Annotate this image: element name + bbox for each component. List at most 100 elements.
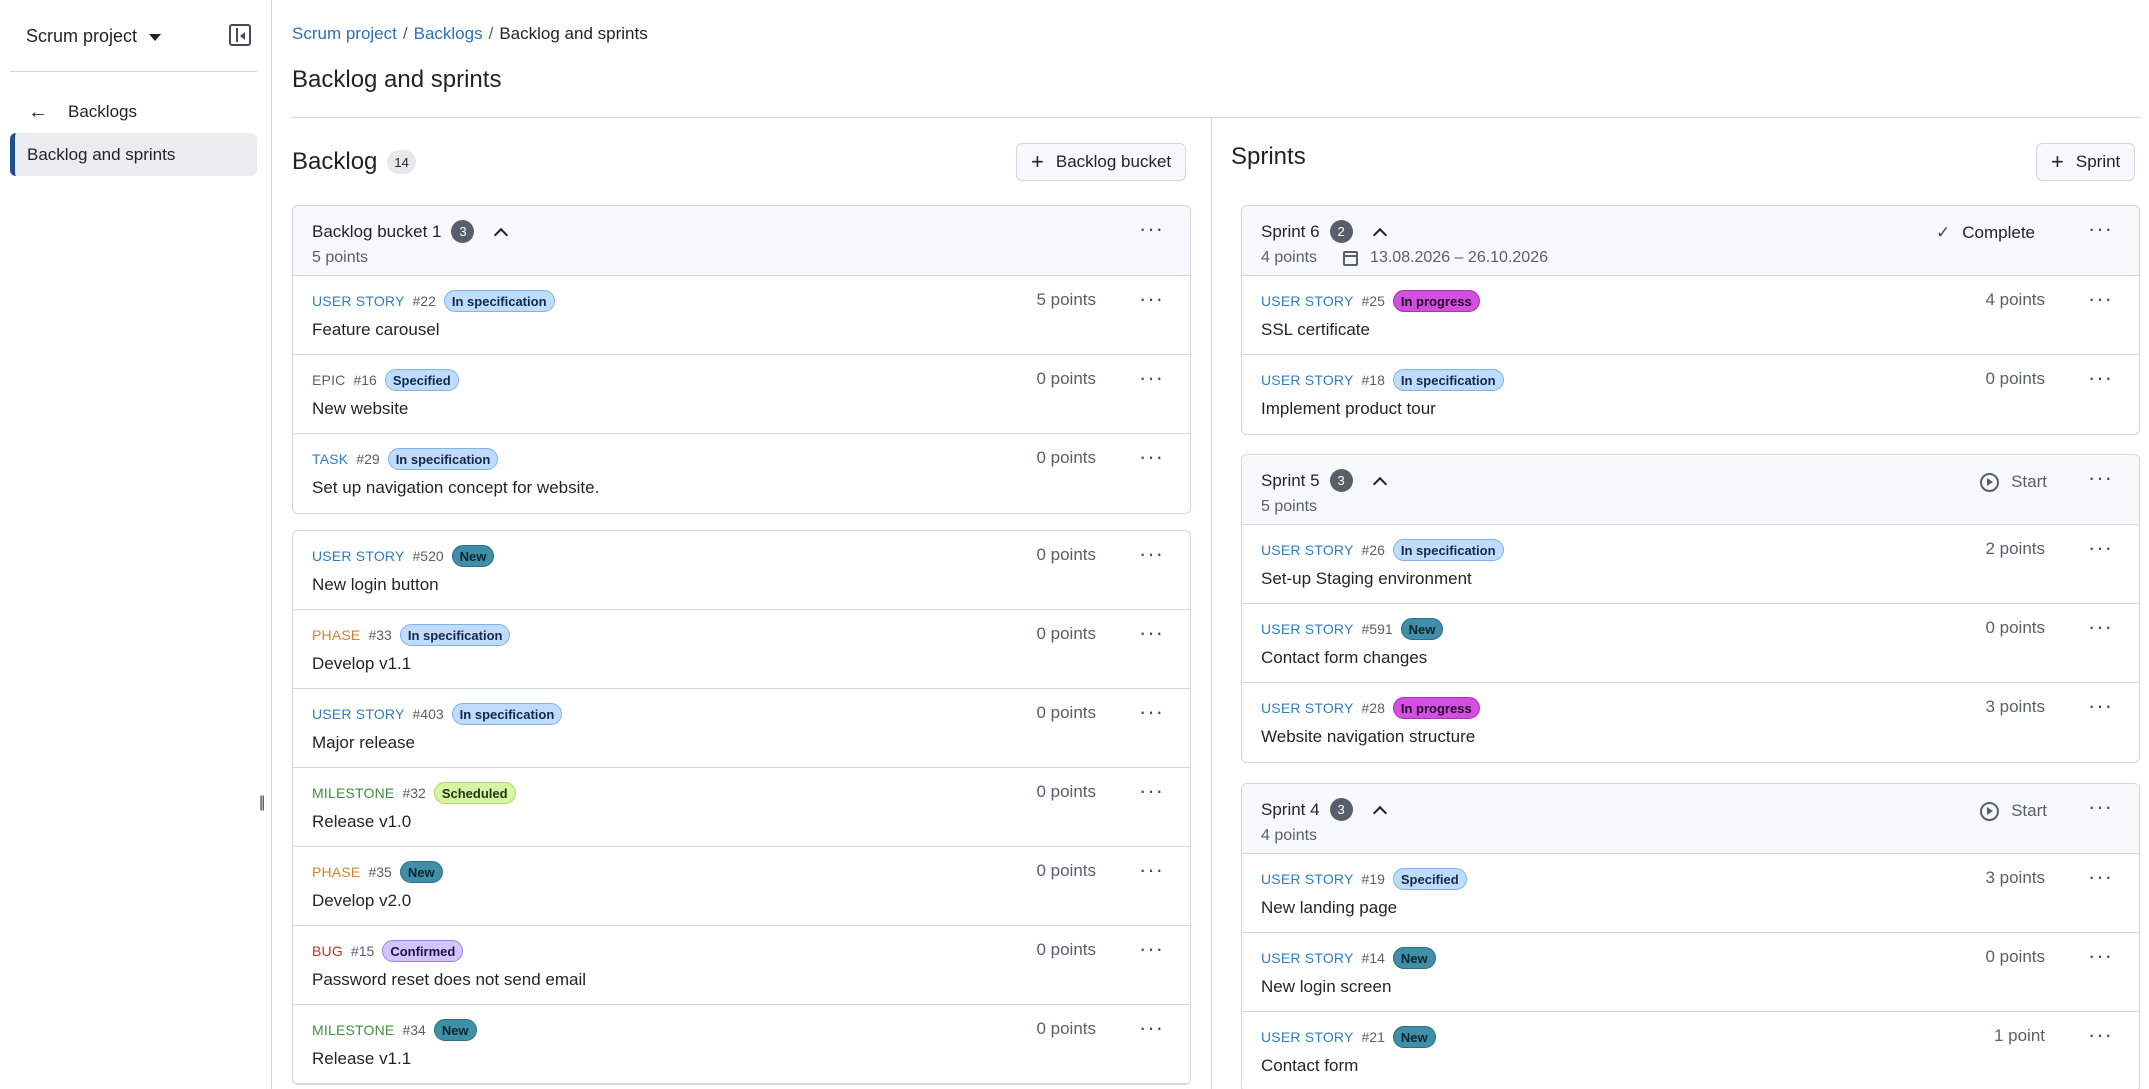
- work-item-title[interactable]: New landing page: [1261, 898, 1397, 918]
- work-item-title[interactable]: New login button: [312, 575, 439, 595]
- status-badge[interactable]: In progress: [1392, 697, 1480, 719]
- work-item-title[interactable]: Feature carousel: [312, 320, 440, 340]
- status-badge[interactable]: New: [1392, 1026, 1436, 1048]
- work-item-row[interactable]: PHASE #33 In specification Develop v1.1 0 po…: [293, 610, 1190, 689]
- work-item-row[interactable]: TASK #29 In specification Set up navigation…: [293, 434, 1190, 513]
- work-item-id[interactable]: #33: [368, 627, 391, 643]
- more-options-icon[interactable]: ···: [1139, 859, 1164, 881]
- work-item-row[interactable]: USER STORY #28 In progress Website navigati…: [1242, 683, 2139, 762]
- work-item-id[interactable]: #26: [1362, 542, 1385, 558]
- status-badge[interactable]: New: [451, 545, 495, 567]
- work-item-row[interactable]: MILESTONE #34 New Release v1.1 0 points ···: [293, 1005, 1190, 1084]
- work-item-row[interactable]: USER STORY #18 In specification Implement p…: [1242, 355, 2139, 434]
- work-item-id[interactable]: #29: [356, 451, 379, 467]
- project-selector[interactable]: Scrum project: [26, 24, 251, 48]
- work-item-id[interactable]: #22: [413, 293, 436, 309]
- chevron-up-icon[interactable]: [1372, 227, 1387, 242]
- more-options-icon[interactable]: ···: [2088, 1024, 2113, 1046]
- status-badge[interactable]: New: [1400, 618, 1444, 640]
- work-item-row[interactable]: USER STORY #520 New New login button 0 point…: [293, 531, 1190, 610]
- work-item-title[interactable]: Set-up Staging environment: [1261, 569, 1472, 589]
- more-options-icon[interactable]: ···: [1139, 218, 1164, 240]
- back-link[interactable]: ← Backlogs: [28, 100, 137, 124]
- chevron-up-icon[interactable]: [1372, 805, 1387, 820]
- more-options-icon[interactable]: ···: [1139, 288, 1164, 310]
- work-item-row[interactable]: USER STORY #21 New Contact form 1 point ···: [1242, 1012, 2139, 1089]
- work-item-row[interactable]: MILESTONE #32 Scheduled Release v1.0 0 point…: [293, 768, 1190, 847]
- work-item-title[interactable]: SSL certificate: [1261, 320, 1370, 340]
- work-item-id[interactable]: #403: [413, 706, 444, 722]
- status-badge[interactable]: In specification: [387, 448, 499, 470]
- work-item-title[interactable]: Release v1.1: [312, 1049, 411, 1069]
- work-item-title[interactable]: Password reset does not send email: [312, 970, 586, 990]
- work-item-row[interactable]: EPIC #16 Specified New website 0 points ···: [293, 355, 1190, 434]
- more-options-icon[interactable]: ···: [1139, 543, 1164, 565]
- status-badge[interactable]: Scheduled: [433, 782, 516, 804]
- work-item-id[interactable]: #21: [1362, 1029, 1385, 1045]
- status-badge[interactable]: New: [1392, 947, 1436, 969]
- work-item-id[interactable]: #35: [368, 864, 391, 880]
- more-options-icon[interactable]: ···: [2088, 866, 2113, 888]
- status-badge[interactable]: In specification: [1392, 369, 1504, 391]
- work-item-title[interactable]: Release v1.0: [312, 812, 411, 832]
- more-options-icon[interactable]: ···: [1139, 446, 1164, 468]
- work-item-title[interactable]: New login screen: [1261, 977, 1391, 997]
- more-options-icon[interactable]: ···: [2088, 218, 2113, 240]
- work-item-title[interactable]: Contact form changes: [1261, 648, 1427, 668]
- more-options-icon[interactable]: ···: [1139, 780, 1164, 802]
- work-item-row[interactable]: USER STORY #26 In specification Set-up Stag…: [1242, 525, 2139, 604]
- work-item-id[interactable]: #28: [1362, 700, 1385, 716]
- work-item-id[interactable]: #591: [1362, 621, 1393, 637]
- work-item-row[interactable]: BUG #15 Confirmed Password reset does not s…: [293, 926, 1190, 1005]
- status-badge[interactable]: Specified: [384, 369, 459, 391]
- sprint-start-button[interactable]: Start: [1980, 801, 2047, 821]
- more-options-icon[interactable]: ···: [1139, 701, 1164, 723]
- status-badge[interactable]: Confirmed: [382, 940, 464, 962]
- status-badge[interactable]: In progress: [1392, 290, 1480, 312]
- work-item-title[interactable]: Implement product tour: [1261, 399, 1436, 419]
- more-options-icon[interactable]: ···: [2088, 288, 2113, 310]
- work-item-id[interactable]: #34: [402, 1022, 425, 1038]
- work-item-row[interactable]: USER STORY #22 In specification Feature car…: [293, 276, 1190, 355]
- bucket-header[interactable]: Backlog bucket 1 3 5 points ···: [293, 206, 1190, 276]
- work-item-title[interactable]: Major release: [312, 733, 415, 753]
- work-item-row[interactable]: USER STORY #591 New Contact form changes 0 p…: [1242, 604, 2139, 683]
- sprint-start-button[interactable]: Start: [1980, 472, 2047, 492]
- work-item-title[interactable]: Develop v1.1: [312, 654, 411, 674]
- add-sprint-button[interactable]: + Sprint: [2036, 143, 2136, 181]
- work-item-id[interactable]: #25: [1362, 293, 1385, 309]
- more-options-icon[interactable]: ···: [2088, 796, 2113, 818]
- work-item-id[interactable]: #19: [1362, 871, 1385, 887]
- more-options-icon[interactable]: ···: [2088, 537, 2113, 559]
- more-options-icon[interactable]: ···: [2088, 467, 2113, 489]
- work-item-id[interactable]: #14: [1362, 950, 1385, 966]
- more-options-icon[interactable]: ···: [1139, 622, 1164, 644]
- chevron-up-icon[interactable]: [1372, 476, 1387, 491]
- breadcrumb-project[interactable]: Scrum project: [292, 24, 397, 44]
- status-badge[interactable]: In specification: [1392, 539, 1504, 561]
- work-item-row[interactable]: PHASE #35 New Develop v2.0 0 points ···: [293, 847, 1190, 926]
- status-badge[interactable]: In specification: [451, 703, 563, 725]
- status-badge[interactable]: In specification: [399, 624, 511, 646]
- breadcrumb-backlogs[interactable]: Backlogs: [414, 24, 483, 44]
- sidebar-item-backlog-and-sprints[interactable]: Backlog and sprints: [10, 133, 257, 176]
- work-item-row[interactable]: USER STORY #19 Specified New landing page 3 …: [1242, 854, 2139, 933]
- more-options-icon[interactable]: ···: [2088, 367, 2113, 389]
- work-item-id[interactable]: #18: [1362, 372, 1385, 388]
- work-item-title[interactable]: Website navigation structure: [1261, 727, 1475, 747]
- work-item-title[interactable]: Contact form: [1261, 1056, 1358, 1076]
- work-item-row[interactable]: USER STORY #14 New New login screen 0 points…: [1242, 933, 2139, 1012]
- work-item-row[interactable]: USER STORY #403 In specification Major rele…: [293, 689, 1190, 768]
- work-item-title[interactable]: Develop v2.0: [312, 891, 411, 911]
- more-options-icon[interactable]: ···: [2088, 945, 2113, 967]
- status-badge[interactable]: New: [399, 861, 443, 883]
- work-item-id[interactable]: #32: [402, 785, 425, 801]
- collapse-sidebar-icon[interactable]: [229, 24, 251, 46]
- resize-handle-icon[interactable]: ||: [259, 794, 265, 812]
- more-options-icon[interactable]: ···: [2088, 695, 2113, 717]
- sprint-header[interactable]: Sprint 4 3 4 points Start ···: [1242, 784, 2139, 854]
- sprint-header[interactable]: Sprint 5 3 5 points Start ···: [1242, 455, 2139, 525]
- work-item-title[interactable]: Set up navigation concept for website.: [312, 478, 599, 498]
- more-options-icon[interactable]: ···: [1139, 938, 1164, 960]
- more-options-icon[interactable]: ···: [1139, 367, 1164, 389]
